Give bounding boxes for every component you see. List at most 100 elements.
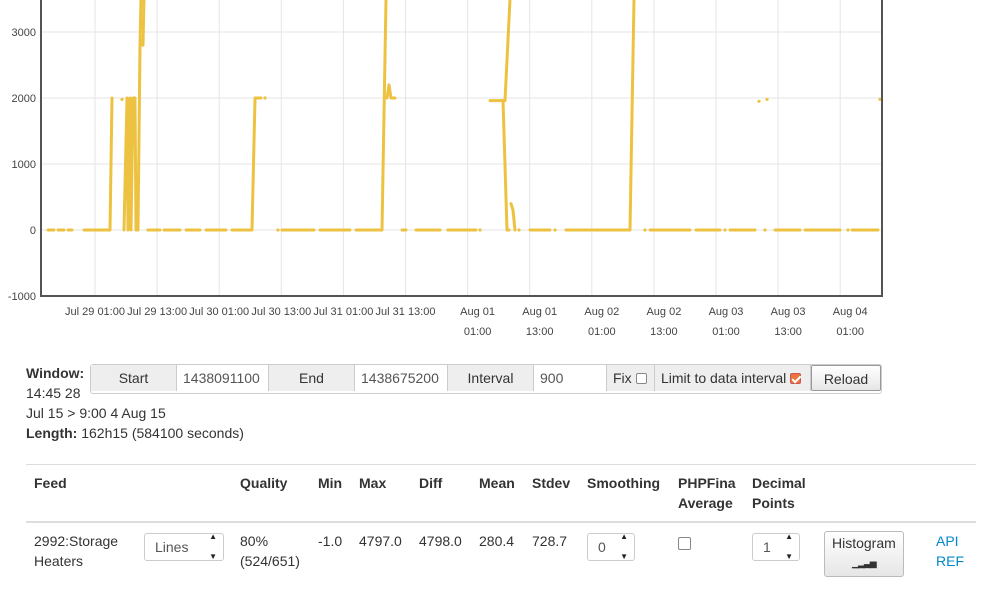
phpfina-average-cell	[670, 522, 744, 585]
header-decimal-1: Decimal	[752, 475, 806, 491]
time-window-controls: Start 1438091100 End 1438675200 Interval…	[90, 364, 882, 394]
decimal-select[interactable]: 1 ▲ ▼	[752, 532, 800, 561]
decimal-cell: 1 ▲ ▼	[744, 522, 816, 585]
quality-count: (524/651)	[240, 553, 300, 569]
series-point	[723, 228, 727, 232]
header-phpfina-2: Average	[678, 495, 733, 511]
series-point	[446, 228, 450, 232]
series-point	[765, 97, 769, 101]
x-tick-label: Aug 01	[460, 306, 495, 318]
histogram-label: Histogram	[832, 535, 896, 551]
header-diff: Diff	[411, 464, 471, 523]
y-tick-label: 2000	[12, 93, 36, 105]
api-link[interactable]: API	[936, 531, 972, 551]
series-point	[553, 228, 557, 232]
signal-bars-icon: ▁▂▃▅	[852, 558, 877, 568]
x-tick-label: 13:00	[650, 326, 678, 338]
x-tick-label: 01:00	[712, 326, 740, 338]
fix-label: Fix	[613, 370, 632, 386]
end-label: End	[269, 365, 355, 391]
chevron-down-icon: ▲ ▼	[209, 532, 217, 561]
window-start-text: 14:45 28	[26, 385, 81, 401]
x-tick-label: 01:00	[588, 326, 616, 338]
header-phpfina-1: PHPFina	[678, 475, 736, 491]
ref-link[interactable]: REF	[936, 551, 972, 571]
plot-type-cell: Lines ▲ ▼	[136, 522, 232, 585]
chevron-down-icon: ▲ ▼	[785, 532, 793, 561]
plot-type-select[interactable]: Lines ▲ ▼	[144, 532, 224, 561]
x-tick-label: Aug 03	[771, 306, 806, 318]
limit-toggle[interactable]: Limit to data interval	[655, 365, 811, 391]
chart-svg[interactable]: 3000 2000 1000 0 -1000 Jul 29 01:00 Jul 29 13:…	[0, 0, 992, 345]
fix-toggle[interactable]: Fix	[607, 365, 655, 391]
table-header-row: Feed Quality Min Max Diff Mean Stdev Smo…	[26, 464, 976, 523]
smoothing-select[interactable]: 0 ▲ ▼	[587, 532, 635, 561]
x-tick-label: Aug 02	[584, 306, 619, 318]
x-tick-label: Jul 31 01:00	[313, 306, 373, 318]
interval-input[interactable]: 900	[534, 365, 607, 391]
series-point	[98, 228, 102, 232]
feed-name-1: 2992:Storage	[34, 533, 119, 549]
header-mean: Mean	[471, 464, 524, 523]
stdev-value: 728.7	[532, 533, 568, 549]
length-line: Length: 162h15 (584100 seconds)	[26, 425, 244, 441]
x-tick-label: Jul 30 13:00	[251, 306, 311, 318]
fix-checkbox[interactable]	[635, 372, 647, 384]
table-row: 2992:Storage Heaters Lines ▲ ▼ 80% (524/6…	[26, 522, 976, 585]
series-line	[141, 0, 146, 47]
quality-percent: 80%	[240, 533, 269, 549]
limit-label: Limit to data interval	[661, 370, 787, 386]
header-max: Max	[351, 464, 411, 523]
chevron-down-icon: ▲ ▼	[620, 532, 628, 561]
feed-name-2: Heaters	[34, 553, 84, 569]
header-plot-type	[136, 464, 232, 523]
plot-type-value: Lines	[155, 539, 189, 555]
x-tick-label: Jul 31 13:00	[376, 306, 436, 318]
x-tick-label: Jul 29 13:00	[127, 306, 187, 318]
start-input[interactable]: 1438091100	[177, 365, 269, 391]
series-point	[120, 97, 124, 101]
min-value: -1.0	[318, 533, 343, 549]
reload-button[interactable]: Reload	[811, 365, 881, 391]
histogram-cell: Histogram ▁▂▃▅	[816, 522, 928, 585]
length-label: Length:	[26, 425, 78, 441]
header-stdev: Stdev	[524, 464, 579, 523]
end-input[interactable]: 1438675200	[355, 365, 448, 391]
header-decimal-points: Decimal Points	[744, 464, 816, 523]
header-smoothing: Smoothing	[579, 464, 670, 523]
y-tick-label: 0	[30, 225, 36, 237]
decimal-value: 1	[763, 539, 771, 555]
header-feed: Feed	[26, 464, 136, 523]
series-point	[643, 228, 647, 232]
header-phpfina-average: PHPFina Average	[670, 464, 744, 523]
series-point	[146, 228, 150, 232]
y-tick-label: -1000	[8, 291, 36, 303]
plot-area	[41, 0, 882, 296]
series-point	[478, 228, 482, 232]
window-label: Window:	[26, 365, 85, 381]
diff-value: 4798.0	[419, 533, 462, 549]
phpfina-average-checkbox[interactable]	[678, 537, 691, 550]
x-tick-label: Aug 03	[709, 306, 744, 318]
x-tick-label: 01:00	[836, 326, 864, 338]
interval-label: Interval	[448, 365, 534, 391]
x-tick-label: 01:00	[464, 326, 492, 338]
header-min: Min	[310, 464, 351, 523]
smoothing-cell: 0 ▲ ▼	[579, 522, 670, 585]
x-tick-label: Aug 02	[646, 306, 681, 318]
series-point	[757, 99, 761, 103]
series-point	[846, 228, 850, 232]
x-tick-label: Aug 01	[522, 306, 557, 318]
header-links	[928, 464, 976, 523]
feed-chart[interactable]: 3000 2000 1000 0 -1000 Jul 29 01:00 Jul 29 13:…	[0, 0, 992, 345]
feed-stats-table: Feed Quality Min Max Diff Mean Stdev Smo…	[26, 464, 976, 585]
series-point	[276, 228, 280, 232]
histogram-button[interactable]: Histogram ▁▂▃▅	[824, 531, 904, 577]
x-tick-label: Aug 04	[833, 306, 868, 318]
limit-checkbox[interactable]	[790, 372, 802, 384]
x-tick-label: Jul 30 01:00	[189, 306, 249, 318]
series-point	[263, 96, 267, 100]
series-point	[763, 228, 767, 232]
start-label: Start	[91, 365, 177, 391]
series-point	[517, 228, 521, 232]
